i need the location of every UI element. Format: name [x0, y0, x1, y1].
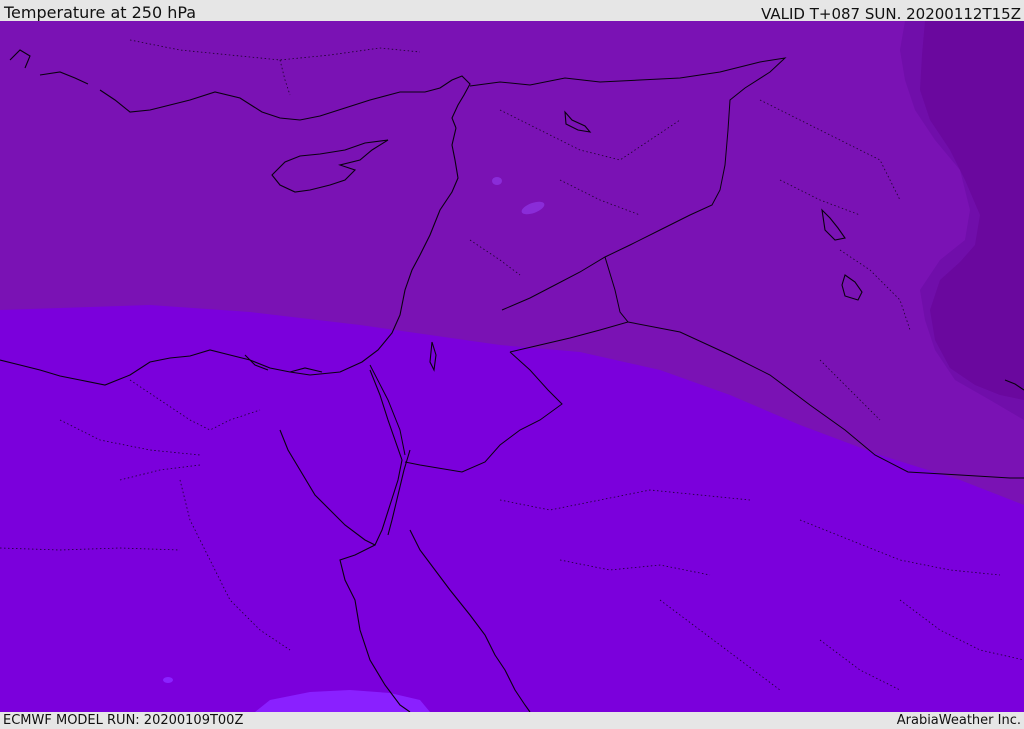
valid-time: VALID T+087 SUN. 20200112T15Z — [761, 5, 1021, 23]
dot-patch — [163, 677, 173, 683]
temperature-map — [0, 21, 1024, 712]
model-run: ECMWF MODEL RUN: 20200109T00Z — [3, 713, 244, 728]
credit: ArabiaWeather Inc. — [896, 713, 1021, 728]
map-title: Temperature at 250 hPa — [4, 3, 197, 22]
lake-patch-small — [492, 177, 502, 185]
